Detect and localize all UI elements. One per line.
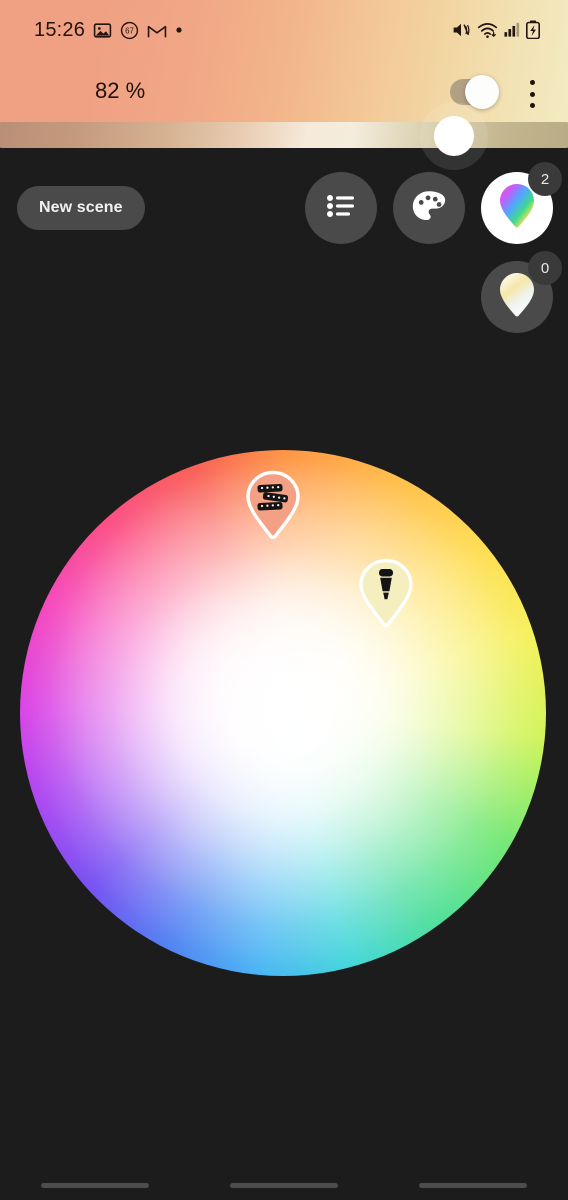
system-nav-bar — [0, 1152, 568, 1200]
scenes-list-button[interactable] — [305, 172, 377, 244]
light-header-panel: 15:26 67 82 % — [0, 0, 568, 128]
list-icon — [322, 187, 360, 230]
dot-icon — [175, 26, 183, 34]
wifi-icon — [477, 21, 498, 39]
overflow-menu-button[interactable] — [521, 80, 543, 108]
spotlight-pin[interactable] — [356, 558, 416, 632]
palette-button[interactable] — [393, 172, 465, 244]
nav-recents[interactable] — [40, 1183, 149, 1188]
app-screen: 15:26 67 82 % New scene 2 0 — [0, 0, 568, 1200]
new-scene-button[interactable]: New scene — [17, 186, 145, 230]
color-lights-button[interactable]: 2 — [481, 162, 562, 244]
svg-text:67: 67 — [125, 26, 134, 35]
counter-67-icon: 67 — [120, 21, 139, 40]
overflow-dot — [529, 91, 535, 97]
white-lights-button[interactable]: 0 — [481, 251, 562, 333]
status-bar-right — [451, 20, 540, 40]
brightness-slider-thumb[interactable] — [434, 116, 474, 156]
overflow-dot — [529, 80, 535, 85]
battery-charging-icon — [526, 20, 540, 40]
status-bar: 15:26 67 — [0, 0, 568, 56]
overflow-dot — [529, 103, 535, 108]
image-icon — [93, 21, 112, 40]
brightness-percent-label: 82 % — [95, 78, 146, 103]
power-toggle-knob — [465, 75, 499, 109]
new-scene-label: New scene — [39, 199, 123, 216]
palette-icon — [410, 187, 448, 230]
led-strip-pin[interactable] — [243, 470, 303, 544]
power-toggle[interactable] — [450, 75, 499, 109]
white-lights-badge: 0 — [528, 251, 562, 285]
nav-home[interactable] — [229, 1183, 338, 1188]
gmail-icon — [147, 21, 167, 40]
status-clock: 15:26 — [34, 19, 86, 41]
status-bar-left: 15:26 67 — [34, 20, 183, 40]
vibrate-off-icon — [451, 21, 471, 39]
nav-back[interactable] — [419, 1183, 528, 1188]
cellular-signal-icon — [504, 21, 520, 38]
color-lights-badge: 2 — [528, 162, 562, 196]
